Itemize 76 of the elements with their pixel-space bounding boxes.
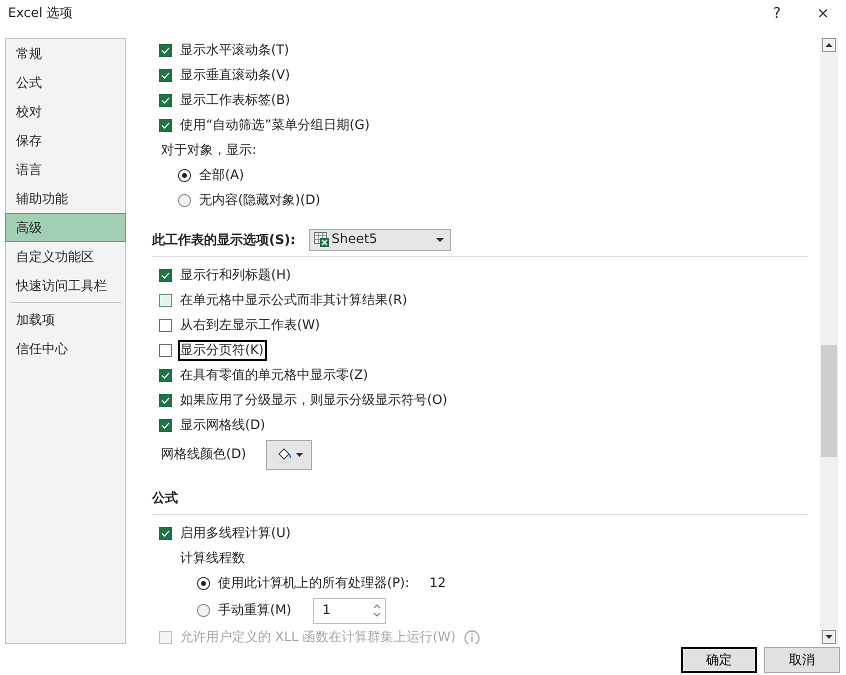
scroll-down-icon[interactable] bbox=[822, 630, 836, 644]
spin-arrows-icon[interactable] bbox=[373, 604, 382, 617]
scrollbar-thumb[interactable] bbox=[821, 345, 837, 457]
processor-count: 12 bbox=[429, 576, 446, 591]
caret-icon bbox=[436, 238, 444, 242]
close-button[interactable]: × bbox=[800, 0, 846, 25]
radio-button[interactable] bbox=[197, 577, 210, 590]
sidebar-item[interactable]: 信任中心 bbox=[5, 334, 126, 363]
checkbox-label: 显示行和列标题(H) bbox=[179, 267, 292, 285]
checkbox-label: 从右到左显示工作表(W) bbox=[179, 317, 321, 335]
checkbox-label: 启用多线程计算(U) bbox=[179, 525, 292, 543]
ok-button[interactable]: 确定 bbox=[681, 647, 757, 673]
check-icon bbox=[160, 395, 171, 406]
sidebar-item[interactable]: 校对 bbox=[5, 97, 126, 126]
checkbox[interactable] bbox=[159, 344, 172, 357]
radio-label: 使用此计算机上的所有处理器(P): bbox=[217, 575, 410, 593]
radio-label: 全部(A) bbox=[198, 167, 246, 185]
checkbox[interactable] bbox=[159, 369, 172, 382]
sidebar-item[interactable]: 保存 bbox=[5, 126, 126, 155]
sidebar-item[interactable]: 常规 bbox=[5, 39, 126, 68]
field-label: 网格线颜色(D) bbox=[160, 446, 248, 464]
radio-button[interactable] bbox=[178, 169, 191, 182]
checkbox[interactable] bbox=[159, 119, 172, 132]
scroll-up-icon[interactable] bbox=[822, 38, 836, 52]
check-icon bbox=[160, 120, 171, 131]
checkbox[interactable] bbox=[159, 394, 172, 407]
color-picker-button[interactable] bbox=[266, 440, 312, 470]
check-icon bbox=[160, 528, 171, 539]
check-icon bbox=[160, 45, 171, 56]
group-label: 计算线程数 bbox=[179, 550, 246, 568]
sidebar-item[interactable]: 自定义功能区 bbox=[5, 242, 126, 271]
check-icon bbox=[160, 270, 171, 281]
checkbox[interactable] bbox=[159, 527, 172, 540]
section-heading: 公式 bbox=[152, 490, 178, 506]
caret-icon bbox=[296, 452, 303, 456]
spin-field[interactable]: 1 bbox=[313, 598, 386, 624]
sidebar-item[interactable]: 加载项 bbox=[5, 305, 126, 334]
cancel-button[interactable]: 取消 bbox=[764, 647, 840, 673]
checkbox-label: 显示水平滚动条(T) bbox=[179, 42, 290, 60]
checkbox-label: 允许用户定义的 XLL 函数在计算群集上运行(W) bbox=[179, 629, 457, 644]
check-icon bbox=[160, 370, 171, 381]
paint-bucket-icon bbox=[276, 446, 292, 462]
checkbox-label: 显示分页符(K) bbox=[178, 340, 267, 361]
scrollbar[interactable] bbox=[820, 38, 838, 644]
sheet-dropdown[interactable]: Sheet5 bbox=[309, 228, 452, 250]
checkbox-label: 使用“自动筛选”菜单分组日期(G) bbox=[179, 117, 371, 135]
checkbox[interactable] bbox=[159, 94, 172, 107]
checkbox-label: 在具有零值的单元格中显示零(Z) bbox=[179, 367, 370, 385]
checkbox[interactable] bbox=[159, 44, 172, 57]
checkbox[interactable] bbox=[159, 269, 172, 282]
sidebar-item[interactable]: 公式 bbox=[5, 68, 126, 97]
checkbox-label: 在单元格中显示公式而非其计算结果(R) bbox=[179, 292, 408, 310]
check-icon bbox=[160, 95, 171, 106]
radio-button[interactable] bbox=[178, 194, 191, 207]
checkbox-label: 显示工作表标签(B) bbox=[179, 92, 292, 110]
checkbox-label: 如果应用了分级显示，则显示分级显示符号(O) bbox=[179, 392, 448, 410]
checkbox-label: 显示垂直滚动条(V) bbox=[179, 67, 292, 85]
radio-label: 手动重算(M) bbox=[217, 602, 292, 620]
window-title: Excel 选项 bbox=[8, 4, 74, 22]
check-icon bbox=[160, 420, 171, 431]
group-label: 对于对象，显示: bbox=[160, 142, 258, 160]
sidebar-item[interactable]: 辅助功能 bbox=[5, 184, 126, 213]
check-icon bbox=[160, 70, 171, 81]
help-button[interactable]: ? bbox=[754, 0, 800, 25]
radio-button[interactable] bbox=[197, 604, 210, 617]
radio-label: 无内容(隐藏对象)(D) bbox=[198, 192, 322, 210]
sidebar-item[interactable]: 快速访问工具栏 bbox=[5, 271, 126, 300]
section-heading: 此工作表的显示选项(S): bbox=[152, 232, 296, 248]
checkbox[interactable] bbox=[159, 319, 172, 332]
sidebar-item[interactable]: 高级 bbox=[5, 213, 126, 242]
checkbox[interactable] bbox=[159, 419, 172, 432]
checkbox[interactable] bbox=[159, 69, 172, 82]
checkbox-label: 显示网格线(D) bbox=[179, 417, 266, 435]
checkbox[interactable] bbox=[159, 294, 172, 307]
sidebar-item[interactable]: 语言 bbox=[5, 155, 126, 184]
sheet-icon bbox=[314, 232, 330, 247]
